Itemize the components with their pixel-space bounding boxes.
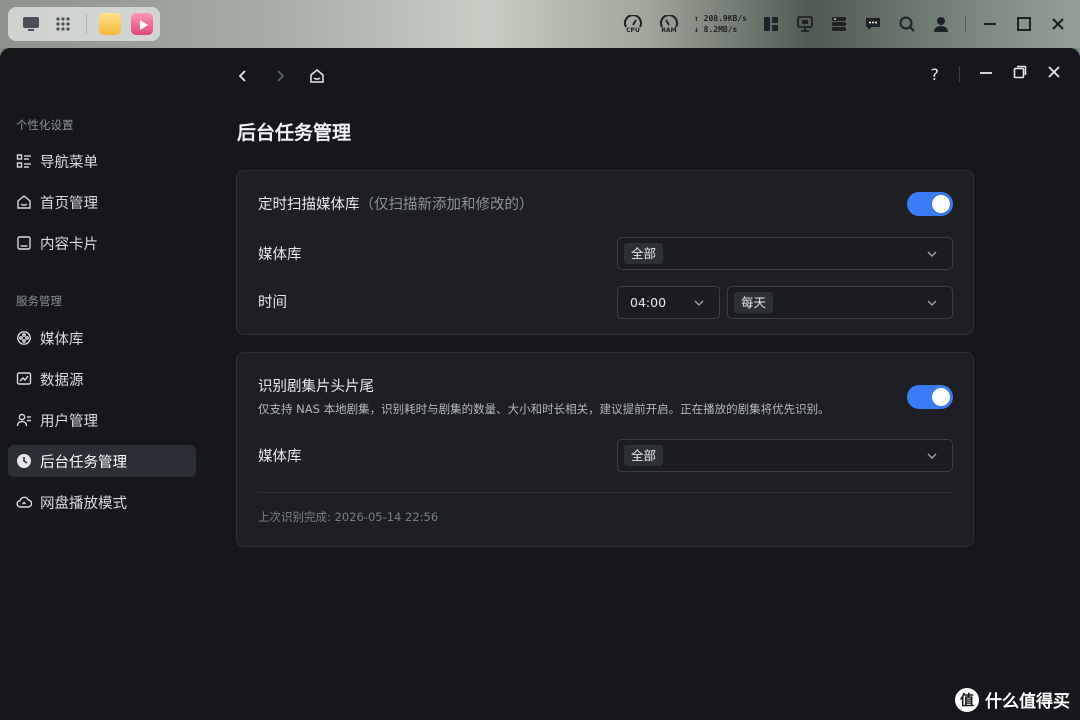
app-window: 个性化设置 导航菜单 首页管理 内容卡片 服务管理 媒体库 数据源 用户管理 后…: [0, 48, 1080, 720]
cpu-label: CPU: [626, 26, 640, 34]
back-button[interactable]: [236, 66, 250, 86]
help-button[interactable]: ?: [931, 65, 940, 84]
display-icon[interactable]: [795, 14, 815, 34]
intro-outro-panel: 识别剧集片头片尾 仅支持 NAS 本地剧集，识别耗时与剧集的数量、大小和时长相关…: [236, 352, 974, 547]
intro-outro-library-select[interactable]: 全部: [617, 439, 953, 472]
intro-outro-toggle[interactable]: [907, 385, 953, 409]
sidebar-item-data-source[interactable]: 数据源: [8, 363, 196, 395]
monitor-icon[interactable]: [20, 13, 42, 35]
window-close-button[interactable]: [1046, 64, 1062, 84]
search-icon[interactable]: [897, 14, 917, 34]
sidebar-section-service: 服务管理: [16, 294, 62, 308]
user-icon[interactable]: [931, 14, 951, 34]
sidebar-item-label: 导航菜单: [40, 154, 98, 171]
scan-time-value: 04:00: [630, 295, 667, 310]
grid-icon[interactable]: [52, 13, 74, 35]
watermark: 值 什么值得买: [955, 687, 1070, 712]
restore-icon: [1013, 65, 1027, 79]
scheduled-scan-hint: （仅扫描新添加和修改的）: [359, 197, 534, 213]
scan-library-chip: 全部: [624, 243, 664, 264]
sidebar-item-content-cards[interactable]: 内容卡片: [8, 227, 196, 259]
sidebar: 个性化设置 导航菜单 首页管理 内容卡片 服务管理 媒体库 数据源 用户管理 后…: [0, 48, 206, 720]
sidebar-item-label: 首页管理: [40, 195, 98, 212]
home-button[interactable]: [309, 66, 325, 86]
home-icon: [17, 195, 31, 209]
menu-list-icon: [16, 154, 31, 168]
window-minimize-button[interactable]: [978, 64, 994, 84]
chat-icon[interactable]: [863, 14, 883, 34]
chevron-down-icon: [927, 453, 937, 460]
scheduled-scan-title-text: 定时扫描媒体库: [258, 197, 360, 213]
sidebar-section-personalization: 个性化设置: [16, 118, 74, 132]
window-controls-divider: [959, 66, 960, 82]
chevron-down-icon: [927, 251, 937, 258]
cpu-gauge[interactable]: CPU: [622, 14, 644, 34]
scan-time-select[interactable]: 04:00: [617, 286, 720, 319]
upload-speed-value: 208.9KB/s: [703, 14, 747, 23]
minimize-icon[interactable]: [980, 14, 1000, 34]
ram-label: RAM: [661, 26, 677, 34]
sidebar-item-label: 网盘播放模式: [40, 495, 127, 512]
maximize-icon[interactable]: [1014, 14, 1034, 34]
chart-icon: [16, 372, 32, 385]
sidebar-item-nav-menu[interactable]: 导航菜单: [8, 145, 196, 177]
taskbar-divider: [86, 14, 87, 34]
sidebar-item-home-management[interactable]: 首页管理: [8, 186, 196, 218]
scan-frequency-select[interactable]: 每天: [727, 286, 953, 319]
storage-icon[interactable]: [829, 14, 849, 34]
taskbar-launcher: [8, 7, 160, 41]
sidebar-item-label: 后台任务管理: [40, 454, 127, 471]
chevron-left-icon: [238, 70, 246, 82]
home-icon: [310, 69, 324, 83]
scan-library-select[interactable]: 全部: [617, 237, 953, 270]
window-controls: ?: [931, 64, 1063, 84]
scheduled-scan-title: 定时扫描媒体库（仅扫描新添加和修改的）: [258, 193, 534, 214]
card-icon: [17, 236, 31, 250]
sidebar-item-user-management[interactable]: 用户管理: [8, 404, 196, 436]
chevron-down-icon: [927, 300, 937, 307]
scan-library-label: 媒体库: [258, 247, 302, 263]
last-completed-text: 上次识别完成: 2026-05-14 22:56: [258, 510, 439, 524]
users-icon: [16, 413, 31, 427]
sidebar-item-label: 数据源: [40, 372, 84, 389]
scheduled-scan-toggle[interactable]: [907, 192, 953, 216]
download-speed-value: 8.2MB/s: [703, 25, 738, 34]
sidebar-item-background-tasks[interactable]: 后台任务管理: [8, 445, 196, 477]
forward-button[interactable]: [273, 66, 287, 86]
panel-divider: [258, 492, 952, 493]
ram-gauge[interactable]: RAM: [658, 14, 680, 34]
intro-outro-library-chip: 全部: [624, 445, 664, 466]
layout-icon[interactable]: [761, 14, 781, 34]
clock-icon: [17, 454, 31, 468]
download-speed: ↓ 8.2MB/s: [694, 25, 738, 34]
tray-divider: [965, 15, 966, 33]
chevron-down-icon: [694, 300, 704, 307]
scheduled-scan-panel: 定时扫描媒体库（仅扫描新添加和修改的） 媒体库 全部 时间 04:00 每天: [236, 170, 974, 335]
intro-outro-description: 仅支持 NAS 本地剧集，识别耗时与剧集的数量、大小和时长相关，建议提前开启。正…: [258, 402, 830, 416]
minimize-icon: [980, 72, 992, 74]
intro-outro-title: 识别剧集片头片尾: [258, 379, 374, 395]
scan-frequency-chip: 每天: [734, 292, 774, 313]
film-reel-icon: [17, 331, 31, 345]
watermark-text: 什么值得买: [985, 692, 1070, 712]
sidebar-item-media-library[interactable]: 媒体库: [8, 322, 196, 354]
page-title: 后台任务管理: [237, 122, 352, 144]
close-icon[interactable]: [1048, 14, 1068, 34]
upload-speed: ↑ 208.9KB/s: [694, 14, 747, 23]
close-icon: [1048, 66, 1060, 78]
sidebar-item-label: 内容卡片: [40, 236, 98, 253]
network-speed: ↑ 208.9KB/s ↓ 8.2MB/s: [694, 13, 747, 35]
system-tray: CPU RAM ↑ 208.9KB/s ↓ 8.2MB/s: [622, 6, 1068, 42]
video-app-icon[interactable]: [131, 13, 153, 35]
window-restore-button[interactable]: [1012, 64, 1028, 84]
cloud-icon: [16, 496, 32, 508]
folder-app-icon[interactable]: [99, 13, 121, 35]
sidebar-item-cloud-playback[interactable]: 网盘播放模式: [8, 486, 196, 518]
scan-time-label: 时间: [258, 295, 287, 311]
sidebar-item-label: 用户管理: [40, 413, 98, 430]
intro-outro-library-label: 媒体库: [258, 449, 302, 465]
sidebar-item-label: 媒体库: [40, 331, 84, 348]
watermark-logo: 值: [955, 687, 979, 712]
chevron-right-icon: [277, 70, 285, 82]
